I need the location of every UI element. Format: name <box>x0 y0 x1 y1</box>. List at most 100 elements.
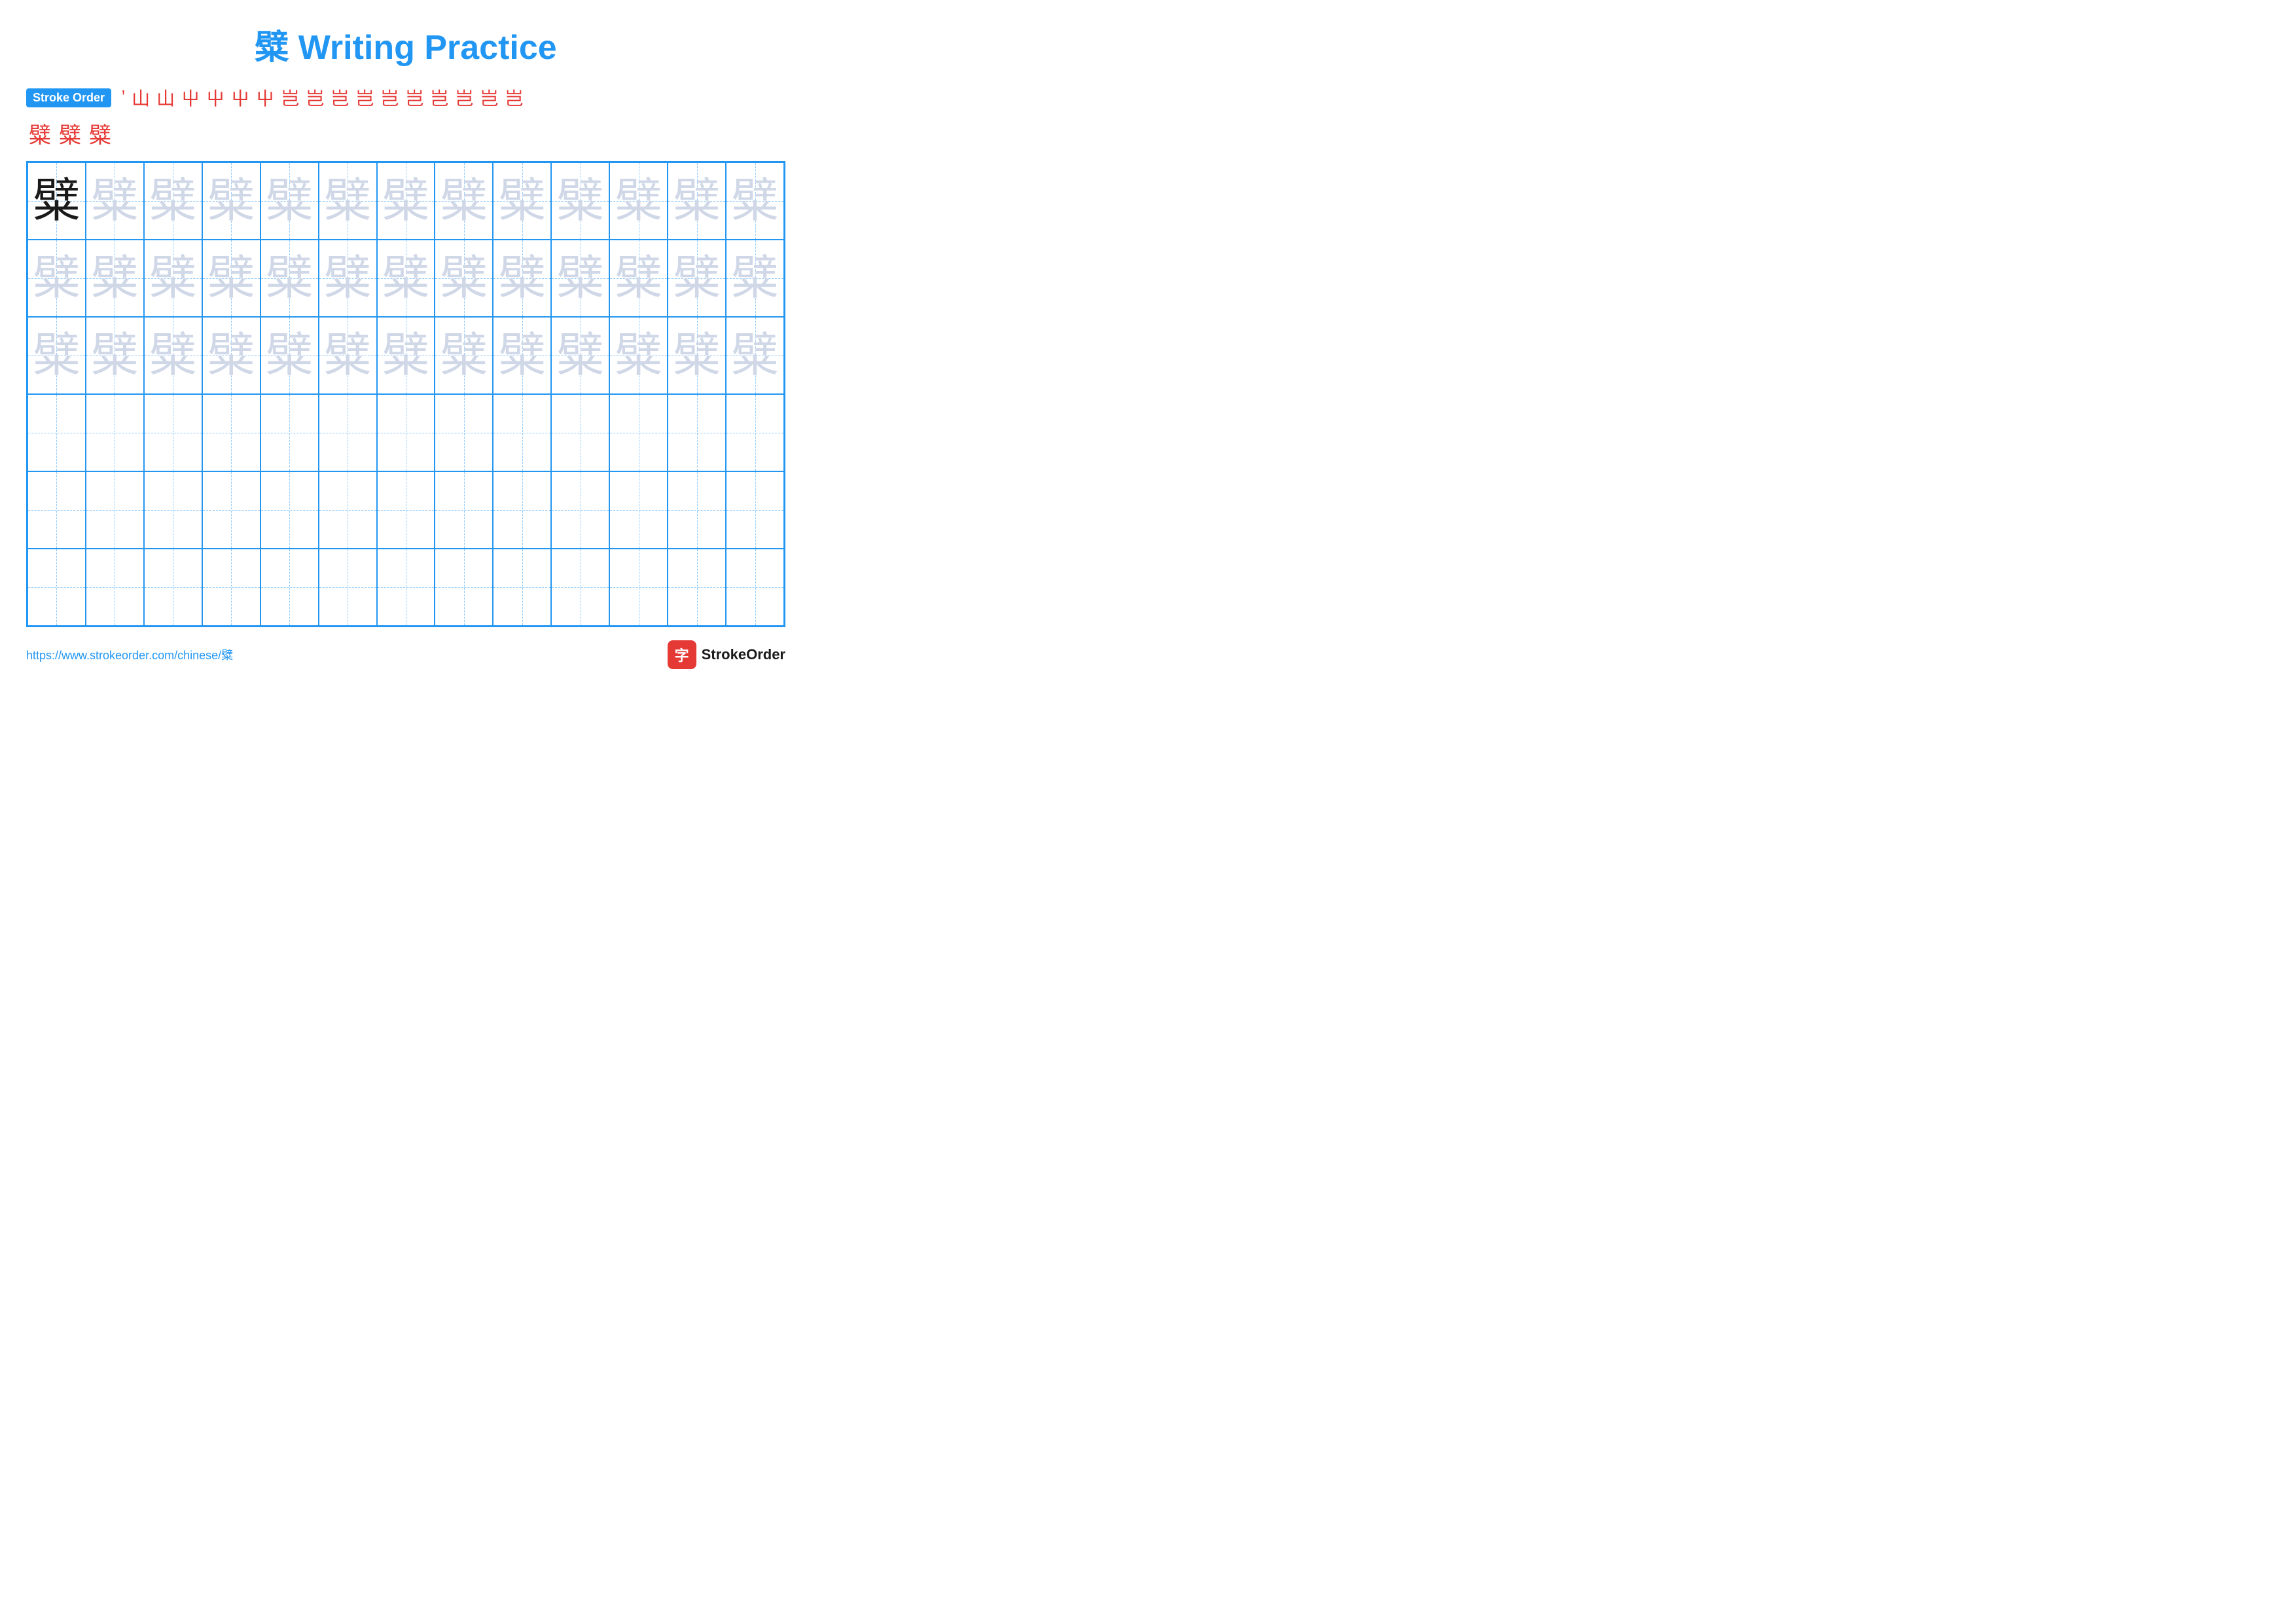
grid-cell[interactable]: 糪 <box>609 240 668 317</box>
grid-cell[interactable]: 糪 <box>668 394 726 471</box>
grid-cell[interactable]: 糪 <box>27 471 86 549</box>
title-english-text: Writing Practice <box>298 29 557 67</box>
grid-cell[interactable]: 糪 <box>435 317 493 394</box>
grid-cell[interactable]: 糪 <box>609 162 668 240</box>
grid-cell[interactable]: 糪 <box>319 162 377 240</box>
grid-cell[interactable]: 糪 <box>86 317 144 394</box>
grid-cell[interactable]: 糪 <box>493 471 551 549</box>
grid-cell[interactable]: 糪 <box>609 549 668 626</box>
grid-cell[interactable]: 糪 <box>435 471 493 549</box>
grid-cell[interactable]: 糪 <box>609 471 668 549</box>
grid-cell[interactable]: 糪 <box>86 240 144 317</box>
footer: https://www.strokeorder.com/chinese/糪 字 … <box>26 640 785 669</box>
practice-char: 糪 <box>324 564 371 611</box>
grid-cell[interactable]: 糪 <box>493 549 551 626</box>
grid-cell[interactable]: 糪 <box>493 317 551 394</box>
grid-cell[interactable]: 糪 <box>726 162 784 240</box>
grid-cell[interactable]: 糪 <box>86 162 144 240</box>
grid-cell[interactable]: 糪 <box>86 471 144 549</box>
grid-cell[interactable]: 糪 <box>551 240 609 317</box>
grid-cell[interactable]: 糪 <box>319 240 377 317</box>
footer-url[interactable]: https://www.strokeorder.com/chinese/糪 <box>26 646 233 663</box>
grid-cell[interactable]: 糪 <box>260 394 319 471</box>
grid-cell[interactable]: 糪 <box>377 549 435 626</box>
title-chinese-char: 糪 <box>255 29 289 67</box>
grid-cell[interactable]: 糪 <box>27 317 86 394</box>
stroke-4: 屮 <box>181 84 200 111</box>
grid-cell[interactable]: 糪 <box>377 240 435 317</box>
grid-cell[interactable]: 糪 <box>144 162 202 240</box>
grid-cell[interactable]: 糪 <box>319 317 377 394</box>
practice-char: 糪 <box>499 332 546 379</box>
grid-cell[interactable]: 糪 <box>668 549 726 626</box>
extra-stroke-1: 糪 <box>29 117 51 149</box>
practice-char: 糪 <box>33 486 80 534</box>
grid-cell[interactable]: 糪 <box>260 471 319 549</box>
grid-cell[interactable]: 糪 <box>726 394 784 471</box>
grid-cell[interactable]: 糪 <box>202 240 260 317</box>
practice-char: 糪 <box>207 332 255 379</box>
grid-cell[interactable]: 糪 <box>144 471 202 549</box>
grid-cell[interactable]: 糪 <box>144 549 202 626</box>
grid-cell[interactable]: 糪 <box>551 549 609 626</box>
practice-char: 糪 <box>382 564 429 611</box>
grid-cell[interactable]: 糪 <box>493 162 551 240</box>
grid-cell[interactable]: 糪 <box>27 394 86 471</box>
grid-cell[interactable]: 糪 <box>27 549 86 626</box>
grid-cell[interactable]: 糪 <box>493 394 551 471</box>
grid-cell[interactable]: 糪 <box>377 317 435 394</box>
grid-cell[interactable]: 糪 <box>144 317 202 394</box>
grid-cell[interactable]: 糪 <box>435 549 493 626</box>
grid-cell[interactable]: 糪 <box>86 394 144 471</box>
grid-cell[interactable]: 糪 <box>726 317 784 394</box>
practice-char: 糪 <box>673 564 721 611</box>
grid-cell[interactable]: 糪 <box>377 394 435 471</box>
grid-cell[interactable]: 糪 <box>319 549 377 626</box>
practice-char: 糪 <box>149 255 196 302</box>
extra-stroke-3: 糪 <box>89 117 111 149</box>
grid-cell[interactable]: 糪 <box>202 471 260 549</box>
grid-cell[interactable]: 糪 <box>202 394 260 471</box>
grid-cell[interactable]: 糪 <box>668 240 726 317</box>
grid-cell[interactable]: 糪 <box>435 394 493 471</box>
grid-cell[interactable]: 糪 <box>435 162 493 240</box>
grid-cell[interactable]: 糪 <box>27 162 86 240</box>
grid-cell[interactable]: 糪 <box>668 162 726 240</box>
practice-char: 糪 <box>149 564 196 611</box>
stroke-2: 山 <box>132 84 150 111</box>
grid-cell[interactable]: 糪 <box>726 240 784 317</box>
grid-cell[interactable]: 糪 <box>319 394 377 471</box>
grid-cell[interactable]: 糪 <box>493 240 551 317</box>
grid-cell[interactable]: 糪 <box>668 317 726 394</box>
stroke-17: 岂 <box>505 84 523 111</box>
grid-cell[interactable]: 糪 <box>609 317 668 394</box>
grid-cell[interactable]: 糪 <box>726 549 784 626</box>
stroke-12: 岂 <box>380 84 399 111</box>
grid-cell[interactable]: 糪 <box>551 471 609 549</box>
grid-cell[interactable]: 糪 <box>202 317 260 394</box>
practice-char: 糪 <box>149 332 196 379</box>
grid-cell[interactable]: 糪 <box>144 394 202 471</box>
grid-cell[interactable]: 糪 <box>377 162 435 240</box>
grid-cell[interactable]: 糪 <box>144 240 202 317</box>
practice-char: 糪 <box>499 255 546 302</box>
grid-cell[interactable]: 糪 <box>260 162 319 240</box>
practice-char: 糪 <box>91 332 138 379</box>
grid-cell[interactable]: 糪 <box>435 240 493 317</box>
grid-cell[interactable]: 糪 <box>260 549 319 626</box>
grid-cell[interactable]: 糪 <box>260 240 319 317</box>
grid-cell[interactable]: 糪 <box>551 317 609 394</box>
grid-cell[interactable]: 糪 <box>377 471 435 549</box>
grid-cell[interactable]: 糪 <box>27 240 86 317</box>
grid-cell[interactable]: 糪 <box>86 549 144 626</box>
grid-cell[interactable]: 糪 <box>551 394 609 471</box>
grid-cell[interactable]: 糪 <box>609 394 668 471</box>
grid-cell[interactable]: 糪 <box>319 471 377 549</box>
grid-cell[interactable]: 糪 <box>726 471 784 549</box>
grid-cell[interactable]: 糪 <box>202 162 260 240</box>
practice-char: 糪 <box>440 255 488 302</box>
grid-cell[interactable]: 糪 <box>260 317 319 394</box>
grid-cell[interactable]: 糪 <box>551 162 609 240</box>
grid-cell[interactable]: 糪 <box>668 471 726 549</box>
grid-cell[interactable]: 糪 <box>202 549 260 626</box>
